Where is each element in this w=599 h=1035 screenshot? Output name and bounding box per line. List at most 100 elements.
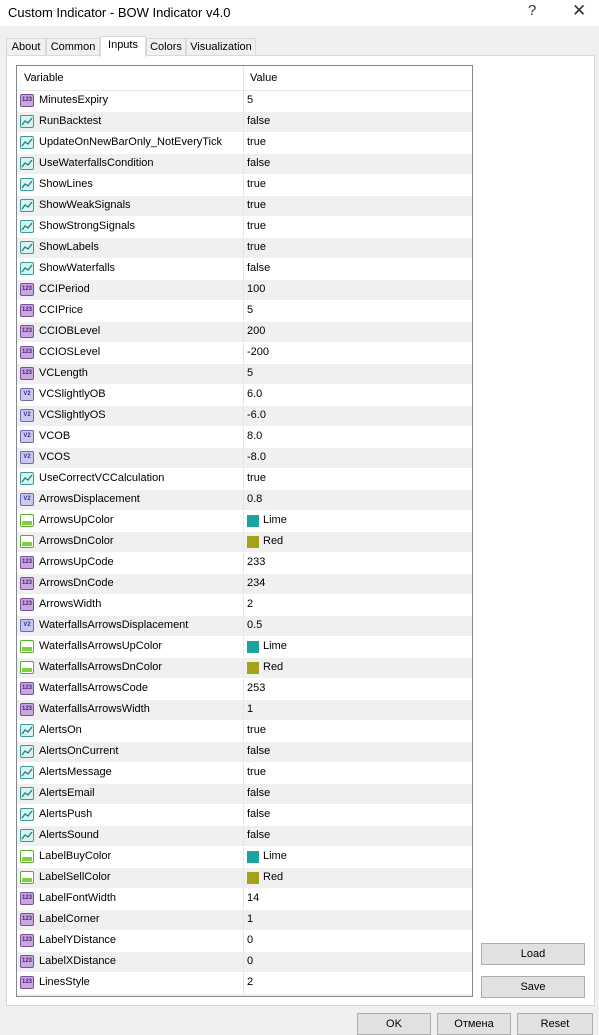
variable-value[interactable]: false bbox=[247, 808, 270, 820]
color-swatch[interactable] bbox=[247, 851, 259, 863]
input-row-LinesWidth[interactable]: 123LinesWidth1 bbox=[17, 994, 472, 996]
input-row-VCSlightlyOS[interactable]: V2 VCSlightlyOS -6.0 bbox=[17, 406, 472, 427]
variable-value[interactable]: true bbox=[247, 178, 266, 190]
variable-value[interactable]: 6.0 bbox=[247, 388, 262, 400]
reset-button[interactable]: Reset bbox=[517, 1013, 593, 1035]
color-swatch[interactable] bbox=[247, 872, 259, 884]
variable-value[interactable]: 2 bbox=[247, 976, 253, 988]
input-row-CCIPrice[interactable]: 123 CCIPrice 5 bbox=[17, 301, 472, 322]
variable-value[interactable]: 14 bbox=[247, 892, 259, 904]
variable-value[interactable]: -6.0 bbox=[247, 409, 266, 421]
input-row-WaterfallsArrowsWidth[interactable]: 123 WaterfallsArrowsWidth 1 bbox=[17, 700, 472, 721]
variable-value[interactable]: true bbox=[247, 199, 266, 211]
input-row-LabelSellColor[interactable]: LabelSellColor Red bbox=[17, 868, 472, 889]
variable-value[interactable]: 200 bbox=[247, 325, 265, 337]
color-swatch[interactable] bbox=[247, 536, 259, 548]
input-row-WaterfallsArrowsCode[interactable]: 123 WaterfallsArrowsCode 253 bbox=[17, 679, 472, 700]
color-value[interactable]: Lime bbox=[263, 850, 287, 862]
color-value[interactable]: Lime bbox=[263, 640, 287, 652]
help-button[interactable]: ? bbox=[528, 2, 536, 19]
tab-about[interactable]: About bbox=[6, 38, 46, 56]
load-button[interactable]: Load bbox=[481, 943, 585, 965]
variable-value[interactable]: 8.0 bbox=[247, 430, 262, 442]
variable-value[interactable]: 0 bbox=[247, 934, 253, 946]
variable-value[interactable]: false bbox=[247, 829, 270, 841]
input-row-LabelBuyColor[interactable]: LabelBuyColor Lime bbox=[17, 847, 472, 868]
close-button[interactable]: ✕ bbox=[572, 1, 586, 21]
variable-value[interactable]: false bbox=[247, 115, 270, 127]
input-row-AlertsEmail[interactable]: AlertsEmail false bbox=[17, 784, 472, 805]
input-row-ArrowsDisplacement[interactable]: V2 ArrowsDisplacement 0.8 bbox=[17, 490, 472, 511]
input-row-UpdateOnNewBarOnly_NotEveryTick[interactable]: UpdateOnNewBarOnly_NotEveryTick true bbox=[17, 133, 472, 154]
color-swatch[interactable] bbox=[247, 515, 259, 527]
input-row-ArrowsWidth[interactable]: 123 ArrowsWidth 2 bbox=[17, 595, 472, 616]
variable-value[interactable]: 253 bbox=[247, 682, 265, 694]
color-swatch[interactable] bbox=[247, 662, 259, 674]
input-row-MinutesExpiry[interactable]: 123 MinutesExpiry 5 bbox=[17, 91, 472, 112]
input-row-ShowWeakSignals[interactable]: ShowWeakSignals true bbox=[17, 196, 472, 217]
variable-value[interactable]: 0.8 bbox=[247, 493, 262, 505]
tab-colors[interactable]: Colors bbox=[146, 38, 186, 56]
input-row-ArrowsUpColor[interactable]: ArrowsUpColor Lime bbox=[17, 511, 472, 532]
input-row-CCIOSLevel[interactable]: 123 CCIOSLevel -200 bbox=[17, 343, 472, 364]
input-row-VCSlightlyOB[interactable]: V2 VCSlightlyOB 6.0 bbox=[17, 385, 472, 406]
input-row-ShowStrongSignals[interactable]: ShowStrongSignals true bbox=[17, 217, 472, 238]
variable-value[interactable]: -8.0 bbox=[247, 451, 266, 463]
variable-value[interactable]: false bbox=[247, 157, 270, 169]
variable-value[interactable]: 1 bbox=[247, 703, 253, 715]
column-header-variable[interactable]: Variable bbox=[24, 72, 64, 84]
variable-value[interactable]: true bbox=[247, 220, 266, 232]
input-row-ShowWaterfalls[interactable]: ShowWaterfalls false bbox=[17, 259, 472, 280]
input-row-RunBacktest[interactable]: RunBacktest false bbox=[17, 112, 472, 133]
variable-value[interactable]: 100 bbox=[247, 283, 265, 295]
input-row-LabelYDistance[interactable]: 123 LabelYDistance 0 bbox=[17, 931, 472, 952]
input-row-WaterfallsArrowsDisplacement[interactable]: V2 WaterfallsArrowsDisplacement 0.5 bbox=[17, 616, 472, 637]
inputs-grid[interactable]: Variable Value 123 MinutesExpiry 5 RunBackt… bbox=[16, 65, 473, 997]
tab-common[interactable]: Common bbox=[46, 38, 100, 56]
variable-value[interactable]: 234 bbox=[247, 577, 265, 589]
input-row-AlertsPush[interactable]: AlertsPush false bbox=[17, 805, 472, 826]
column-divider[interactable] bbox=[243, 66, 244, 90]
tab-inputs[interactable]: Inputs bbox=[100, 36, 146, 57]
variable-value[interactable]: false bbox=[247, 787, 270, 799]
input-row-AlertsSound[interactable]: AlertsSound false bbox=[17, 826, 472, 847]
variable-value[interactable]: true bbox=[247, 766, 266, 778]
variable-value[interactable]: 5 bbox=[247, 304, 253, 316]
input-row-VCOB[interactable]: V2 VCOB 8.0 bbox=[17, 427, 472, 448]
variable-value[interactable]: -200 bbox=[247, 346, 269, 358]
variable-value[interactable]: 0.5 bbox=[247, 619, 262, 631]
variable-value[interactable]: false bbox=[247, 262, 270, 274]
variable-value[interactable]: true bbox=[247, 724, 266, 736]
tab-visualization[interactable]: Visualization bbox=[186, 38, 256, 56]
input-row-WaterfallsArrowsDnColor[interactable]: WaterfallsArrowsDnColor Red bbox=[17, 658, 472, 679]
color-value[interactable]: Red bbox=[263, 661, 283, 673]
input-row-CCIOBLevel[interactable]: 123 CCIOBLevel 200 bbox=[17, 322, 472, 343]
input-row-AlertsOn[interactable]: AlertsOn true bbox=[17, 721, 472, 742]
input-row-LinesStyle[interactable]: 123 LinesStyle 2 bbox=[17, 973, 472, 994]
input-row-LabelCorner[interactable]: 123 LabelCorner 1 bbox=[17, 910, 472, 931]
variable-value[interactable]: 1 bbox=[247, 913, 253, 925]
variable-value[interactable]: false bbox=[247, 745, 270, 757]
input-row-LabelFontWidth[interactable]: 123 LabelFontWidth 14 bbox=[17, 889, 472, 910]
input-row-AlertsMessage[interactable]: AlertsMessage true bbox=[17, 763, 472, 784]
cancel-button[interactable]: Отмена bbox=[437, 1013, 511, 1035]
variable-value[interactable]: true bbox=[247, 472, 266, 484]
input-row-WaterfallsArrowsUpColor[interactable]: WaterfallsArrowsUpColor Lime bbox=[17, 637, 472, 658]
input-row-CCIPeriod[interactable]: 123 CCIPeriod 100 bbox=[17, 280, 472, 301]
variable-value[interactable]: 233 bbox=[247, 556, 265, 568]
variable-value[interactable]: 5 bbox=[247, 367, 253, 379]
input-row-AlertsOnCurrent[interactable]: AlertsOnCurrent false bbox=[17, 742, 472, 763]
input-row-LabelXDistance[interactable]: 123 LabelXDistance 0 bbox=[17, 952, 472, 973]
variable-value[interactable]: true bbox=[247, 241, 266, 253]
color-value[interactable]: Red bbox=[263, 535, 283, 547]
ok-button[interactable]: OK bbox=[357, 1013, 431, 1035]
color-swatch[interactable] bbox=[247, 641, 259, 653]
input-row-ShowLines[interactable]: ShowLines true bbox=[17, 175, 472, 196]
input-row-ShowLabels[interactable]: ShowLabels true bbox=[17, 238, 472, 259]
input-row-VCOS[interactable]: V2 VCOS -8.0 bbox=[17, 448, 472, 469]
variable-value[interactable]: 2 bbox=[247, 598, 253, 610]
input-row-UseCorrectVCCalculation[interactable]: UseCorrectVCCalculation true bbox=[17, 469, 472, 490]
input-row-VCLength[interactable]: 123 VCLength 5 bbox=[17, 364, 472, 385]
input-row-ArrowsDnCode[interactable]: 123 ArrowsDnCode 234 bbox=[17, 574, 472, 595]
input-row-ArrowsDnColor[interactable]: ArrowsDnColor Red bbox=[17, 532, 472, 553]
